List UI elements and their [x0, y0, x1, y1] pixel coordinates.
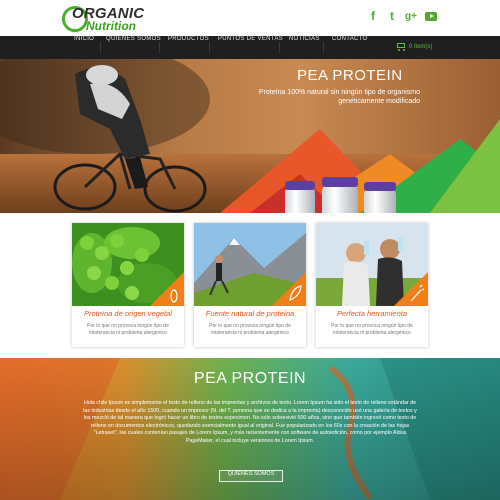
- organic-nutrition-logo[interactable]: ORGANIC Nutrition: [62, 4, 154, 34]
- quienes-somos-button[interactable]: QUIENES SOMOS: [219, 470, 283, 482]
- nav-divider: [323, 42, 324, 53]
- youtube-icon[interactable]: [424, 9, 438, 23]
- carrot-icon: [394, 272, 428, 306]
- nav-divider: [159, 42, 160, 53]
- about-title: PEA PROTEIN: [193, 370, 307, 387]
- about-section: PEA PROTEIN Hola chile Ipsum es simpleme…: [0, 358, 500, 500]
- hero-cyclist-image: [0, 59, 500, 213]
- nav-item-puntos-de-ventas[interactable]: PUNTOS DE VENTAS: [218, 36, 283, 59]
- card-text: Por lo que no provoca ningún tipo de int…: [209, 323, 291, 336]
- nav-divider: [100, 42, 101, 53]
- google-plus-icon[interactable]: g+: [404, 9, 418, 23]
- peas-icon: [150, 272, 184, 306]
- twitter-icon[interactable]: t: [385, 9, 399, 23]
- card-title: Perfecta herramienta: [336, 309, 408, 318]
- feature-card-fuente[interactable]: Fuente natural de proteína Por lo que no…: [194, 223, 306, 347]
- feature-card-herramienta[interactable]: Perfecta herramienta Por lo que no provo…: [316, 223, 428, 347]
- card-text: Por lo que no provoca ningún tipo de int…: [331, 323, 413, 336]
- site-header: ORGANIC Nutrition f t g+: [0, 0, 500, 36]
- facebook-icon[interactable]: f: [366, 9, 380, 23]
- nav-item-inicio[interactable]: INICIO: [74, 36, 94, 59]
- nav-item-productos[interactable]: PRODUCTOS: [168, 36, 209, 59]
- cart-count: 0 item(s): [409, 43, 433, 50]
- hero-title: PEA PROTEIN: [297, 67, 403, 84]
- card-title: Fuente natural de proteína: [205, 309, 295, 318]
- cart-link[interactable]: 0 item(s): [395, 42, 432, 51]
- nav-item-quienes-somos[interactable]: QUIENES SOMOS: [106, 36, 161, 59]
- logo-nutrition-text: Nutrition: [86, 19, 136, 33]
- feature-card-vegetal[interactable]: Proteína de origen vegetal Por lo que no…: [72, 223, 184, 347]
- main-nav: INICIO QUIENES SOMOS PRODUCTOS PUNTOS DE…: [0, 36, 500, 59]
- nav-item-noticias[interactable]: NOTICIAS: [289, 36, 320, 59]
- leaf-icon: [272, 272, 306, 306]
- about-text: Hola chile Ipsum es simplemente el texto…: [83, 400, 417, 444]
- nav-divider: [209, 42, 210, 53]
- card-text: Por lo que no provoca ningún tipo de int…: [87, 323, 169, 336]
- hero-subtitle: Proteína 100% natural sin ningún tipo de…: [258, 89, 420, 105]
- nav-divider: [279, 42, 280, 53]
- card-title: Proteína de origen vegetal: [84, 309, 172, 318]
- shopping-cart-icon: [395, 42, 406, 51]
- nav-item-contacto[interactable]: CONTACTO: [332, 36, 368, 59]
- hero-banner: PEA PROTEIN Proteína 100% natural sin ni…: [0, 59, 500, 213]
